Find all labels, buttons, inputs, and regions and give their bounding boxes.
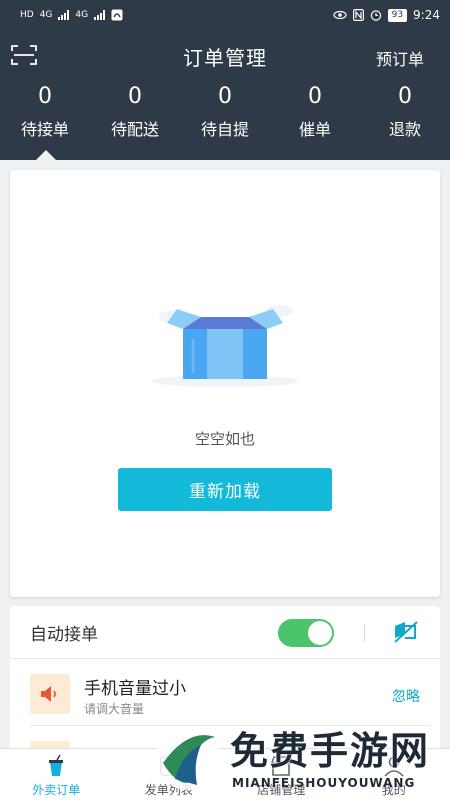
tab-refunds[interactable]: 0 退款 (360, 84, 450, 144)
eye-icon (332, 10, 347, 20)
watermark-subtitle: MIANFEISHOUYOUWANG (232, 776, 416, 790)
watermark-logo-icon (156, 726, 220, 790)
toggle-knob (308, 621, 332, 645)
stat-label: 退款 (388, 120, 421, 139)
header: HD 4G 4G 93 9:24 订单管理 预订单 0 待接单 0 待配送 0 … (0, 0, 450, 160)
speaker-icon (41, 686, 56, 702)
stat-label: 待配送 (110, 120, 159, 139)
reload-button[interactable]: 重新加载 (118, 468, 332, 511)
signal-icon (58, 10, 70, 20)
stat-count: 0 (38, 84, 52, 109)
battery-indicator: 93 (387, 8, 408, 22)
stat-count: 0 (308, 84, 322, 109)
nav-takeout-orders[interactable]: 外卖订单 (0, 749, 113, 800)
tab-pending-delivery[interactable]: 0 待配送 (90, 84, 180, 144)
site-watermark: 免费手游网 MIANFEISHOUYOUWANG (150, 718, 450, 800)
active-tab-pointer (36, 150, 56, 160)
signal-icon-2 (94, 10, 106, 20)
notification-off-icon[interactable] (393, 620, 419, 644)
volume-icon-wrap (30, 674, 70, 714)
empty-box-illustration (151, 305, 299, 387)
auto-accept-toggle[interactable] (278, 619, 334, 647)
hd-tag: HD (20, 10, 34, 20)
empty-state-card: 空空如也 重新加载 (10, 170, 440, 597)
app-notification-icon (111, 9, 123, 21)
alarm-icon (370, 10, 381, 21)
auto-accept-row: 自动接单 (10, 606, 440, 659)
preorder-button[interactable]: 预订单 (376, 46, 424, 70)
tab-reminders[interactable]: 0 催单 (270, 84, 360, 144)
status-right: 93 9:24 (332, 8, 440, 22)
stat-label: 待接单 (20, 120, 69, 139)
order-stats: 0 待接单 0 待配送 0 待自提 0 催单 0 退款 (0, 84, 450, 144)
title-bar: 订单管理 预订单 (0, 36, 450, 76)
stat-count: 0 (218, 84, 232, 109)
page-title: 订单管理 (183, 45, 267, 70)
stat-count: 0 (398, 84, 412, 109)
volume-warning-subtitle: 请调大音量 (84, 702, 145, 716)
volume-warning-title: 手机音量过小 (84, 679, 186, 699)
network-tag-1: 4G (39, 10, 53, 20)
clock: 9:24 (413, 8, 440, 22)
divider (364, 624, 365, 642)
empty-message: 空空如也 (194, 430, 255, 448)
takeout-cup-icon (49, 754, 64, 776)
ignore-button[interactable]: 忽略 (392, 686, 420, 706)
network-tag-2: 4G (75, 10, 89, 20)
watermark-title: 免费手游网 (230, 729, 431, 773)
auto-accept-label: 自动接单 (30, 624, 98, 645)
tab-pending-pickup[interactable]: 0 待自提 (180, 84, 270, 144)
stat-label: 催单 (298, 120, 331, 139)
nav-label: 外卖订单 (32, 783, 81, 797)
status-bar: HD 4G 4G 93 9:24 (0, 0, 450, 30)
scan-icon[interactable] (11, 44, 37, 66)
status-left: HD 4G 4G (20, 9, 123, 21)
nfc-icon (352, 9, 364, 21)
stat-label: 待自提 (200, 120, 249, 139)
stat-count: 0 (128, 84, 142, 109)
tab-pending-accept[interactable]: 0 待接单 (0, 84, 90, 144)
